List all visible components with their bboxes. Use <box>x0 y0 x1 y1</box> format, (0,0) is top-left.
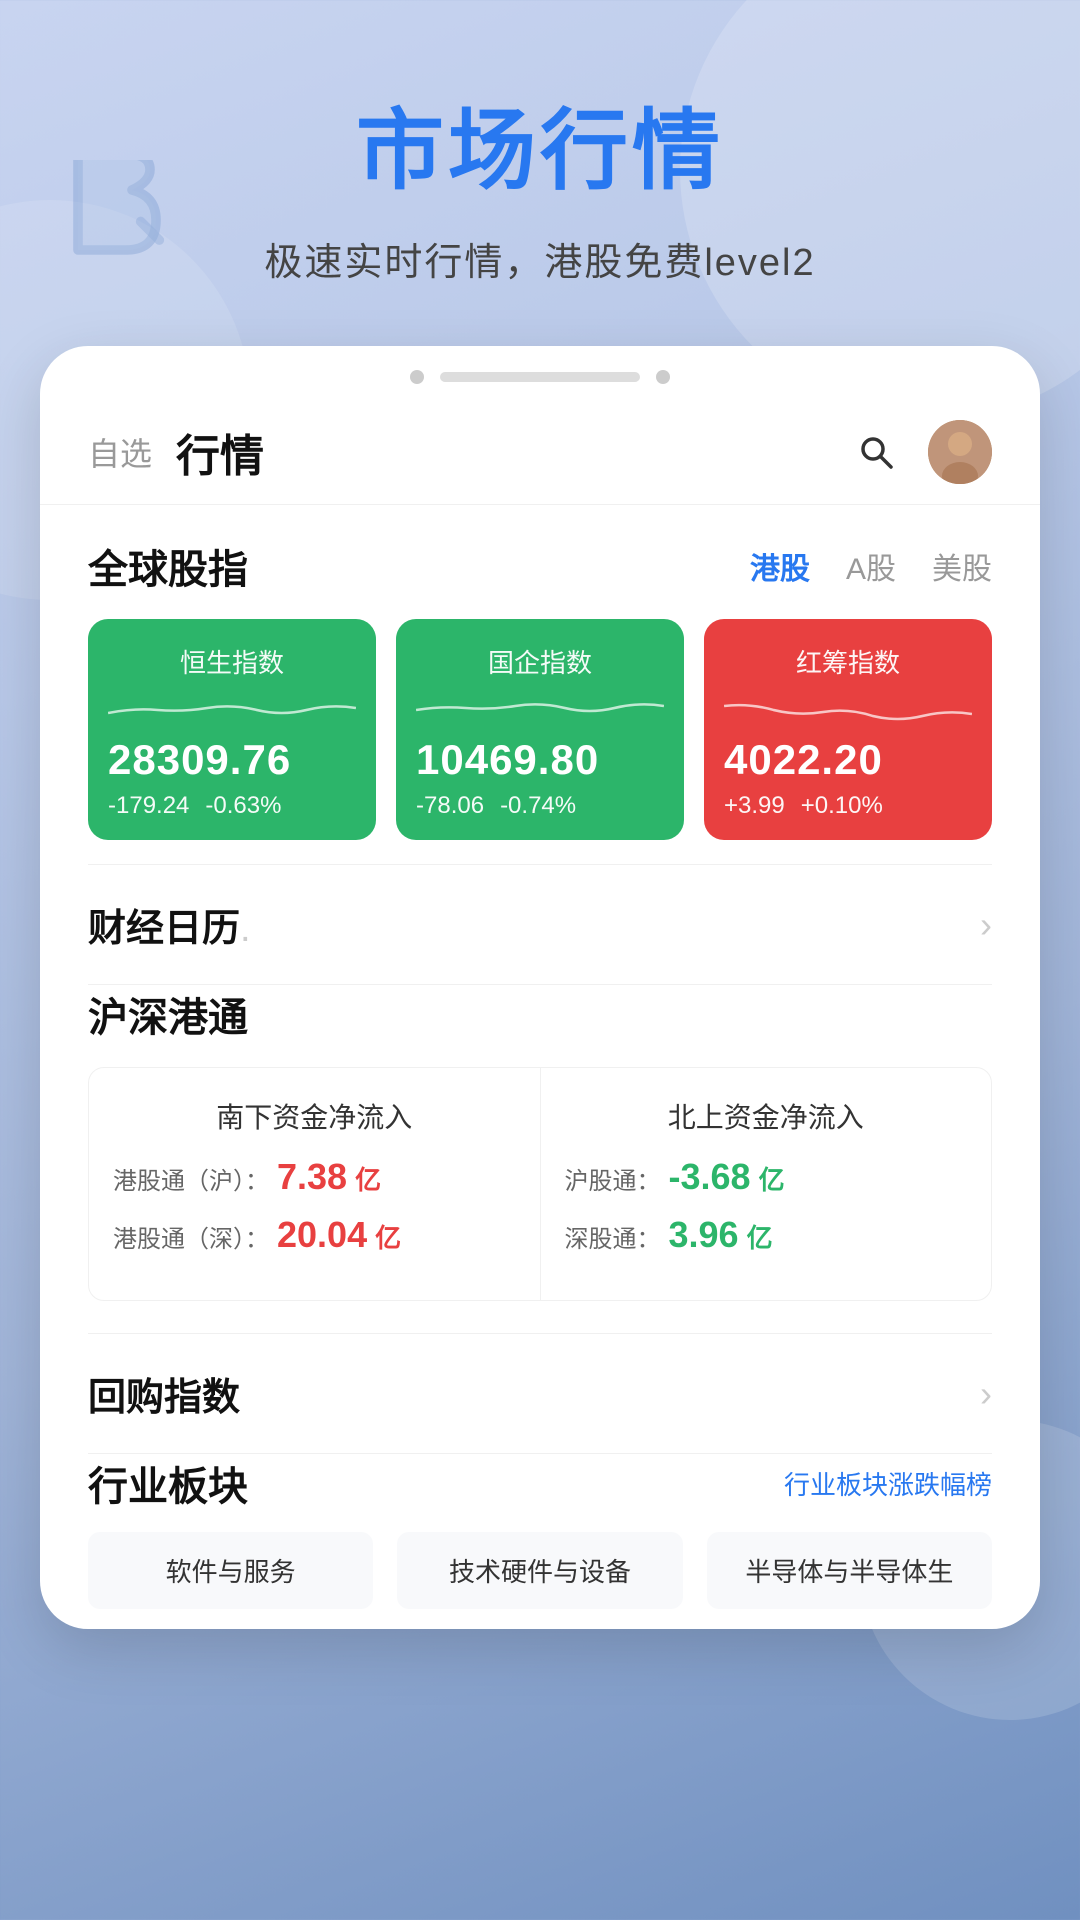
hscei-change1: -78.06 <box>416 792 484 820</box>
card-header: 自选 行情 <box>40 392 1040 505</box>
hsi-value: 28309.76 <box>108 736 356 784</box>
hstong-north-title: 北上资金净流入 <box>565 1096 968 1136</box>
hstong-value-3: -3.68 <box>669 1156 751 1198</box>
hstong-label-4: 深股通： <box>565 1219 661 1254</box>
hstong-unit-1: 亿 <box>355 1160 381 1197</box>
hsi-name: 恒生指数 <box>108 643 356 680</box>
nav-hangqing[interactable]: 行情 <box>176 420 852 484</box>
hcci-change1: +3.99 <box>724 792 785 820</box>
market-tabs: 港股 A股 美股 <box>750 544 992 588</box>
industry-item-2[interactable]: 技术硬件与设备 <box>397 1532 682 1609</box>
hstong-south-title: 南下资金净流入 <box>113 1096 516 1136</box>
industry-item-3[interactable]: 半导体与半导体生 <box>707 1532 992 1609</box>
hstong-row-4: 深股通： 3.96 亿 <box>565 1214 968 1256</box>
index-card-hcci[interactable]: 红筹指数 4022.20 +3.99 +0.10% <box>704 619 992 840</box>
hstong-value-4: 3.96 <box>669 1214 739 1256</box>
header-icons <box>852 420 992 484</box>
industry-name-2: 技术硬件与设备 <box>449 1557 631 1587</box>
hstong-grid: 南下资金净流入 港股通（沪）： 7.38 亿 港股通（深）： 20.04 亿 北… <box>88 1067 992 1301</box>
hcci-name: 红筹指数 <box>724 643 972 680</box>
hero-section: 市场行情 极速实时行情，港股免费level2 <box>0 0 1080 346</box>
hscei-change2: -0.74% <box>500 792 576 820</box>
hscei-wave <box>416 688 664 728</box>
dot-left <box>410 370 424 384</box>
huigou-title: 回购指数 <box>88 1366 240 1421</box>
hsi-changes: -179.24 -0.63% <box>108 792 356 820</box>
index-card-hsi[interactable]: 恒生指数 28309.76 -179.24 -0.63% <box>88 619 376 840</box>
hstong-label-1: 港股通（沪）： <box>113 1161 269 1196</box>
hero-subtitle: 极速实时行情，港股免费level2 <box>60 231 1020 286</box>
global-index-section: 全球股指 港股 A股 美股 恒生指数 28309.76 -179.24 <box>40 505 1040 864</box>
hstong-section: 沪深港通 南下资金净流入 港股通（沪）： 7.38 亿 港股通（深）： 20.0… <box>40 985 1040 1333</box>
industry-name-1: 软件与服务 <box>166 1557 296 1587</box>
global-index-title: 全球股指 <box>88 537 248 595</box>
hstong-north-col: 北上资金净流入 沪股通： -3.68 亿 深股通： 3.96 亿 <box>541 1068 992 1300</box>
hstong-south-col: 南下资金净流入 港股通（沪）： 7.38 亿 港股通（深）： 20.04 亿 <box>89 1068 541 1300</box>
hcci-changes: +3.99 +0.10% <box>724 792 972 820</box>
industry-title: 行业板块 <box>88 1454 248 1512</box>
hsi-change1: -179.24 <box>108 792 189 820</box>
industry-item-1[interactable]: 软件与服务 <box>88 1532 373 1609</box>
tab-hk[interactable]: 港股 <box>750 544 810 588</box>
hstong-row-2: 港股通（深）： 20.04 亿 <box>113 1214 516 1256</box>
hstong-unit-4: 亿 <box>747 1218 773 1255</box>
hsi-change2: -0.63% <box>205 792 281 820</box>
avatar[interactable] <box>928 420 992 484</box>
hstong-row-3: 沪股通： -3.68 亿 <box>565 1156 968 1198</box>
hcci-value: 4022.20 <box>724 736 972 784</box>
huigou-row[interactable]: 回购指数 › <box>40 1334 1040 1453</box>
hero-title: 市场行情 <box>60 80 1020 207</box>
hstong-value-1: 7.38 <box>277 1156 347 1198</box>
hstong-row-1: 港股通（沪）： 7.38 亿 <box>113 1156 516 1198</box>
tab-us[interactable]: 美股 <box>932 544 992 588</box>
hstong-title: 沪深港通 <box>88 985 992 1043</box>
search-button[interactable] <box>852 428 900 476</box>
caijing-rili-row[interactable]: 财经日历. › <box>40 865 1040 984</box>
industry-name-3: 半导体与半导体生 <box>745 1557 953 1587</box>
hscei-name: 国企指数 <box>416 643 664 680</box>
hsi-wave <box>108 688 356 728</box>
caijing-chevron-icon: › <box>980 904 992 946</box>
dot-right <box>656 370 670 384</box>
hstong-label-2: 港股通（深）： <box>113 1219 269 1254</box>
caijing-title: 财经日历. <box>88 897 251 952</box>
industry-link[interactable]: 行业板块涨跌幅榜 <box>784 1465 992 1502</box>
hscei-changes: -78.06 -0.74% <box>416 792 664 820</box>
hstong-value-2: 20.04 <box>277 1214 367 1256</box>
hscei-value: 10469.80 <box>416 736 664 784</box>
industry-section: 行业板块 行业板块涨跌幅榜 软件与服务 技术硬件与设备 半导体与半导体生 <box>40 1454 1040 1629</box>
hstong-label-3: 沪股通： <box>565 1161 661 1196</box>
dot-line <box>440 372 640 382</box>
nav-zixuan[interactable]: 自选 <box>88 429 152 475</box>
huigou-chevron-icon: › <box>980 1373 992 1415</box>
hstong-unit-3: 亿 <box>759 1160 785 1197</box>
avatar-image <box>928 420 992 484</box>
hcci-wave <box>724 688 972 728</box>
hcci-change2: +0.10% <box>801 792 883 820</box>
index-cards: 恒生指数 28309.76 -179.24 -0.63% 国企指数 <box>88 619 992 840</box>
main-card: 自选 行情 全 <box>40 346 1040 1629</box>
hstong-unit-2: 亿 <box>375 1218 401 1255</box>
index-card-hscei[interactable]: 国企指数 10469.80 -78.06 -0.74% <box>396 619 684 840</box>
dots-indicator <box>40 346 1040 392</box>
tab-a[interactable]: A股 <box>846 544 896 588</box>
global-index-header: 全球股指 港股 A股 美股 <box>88 537 992 595</box>
industry-header: 行业板块 行业板块涨跌幅榜 <box>88 1454 992 1512</box>
industry-items: 软件与服务 技术硬件与设备 半导体与半导体生 <box>88 1532 992 1609</box>
